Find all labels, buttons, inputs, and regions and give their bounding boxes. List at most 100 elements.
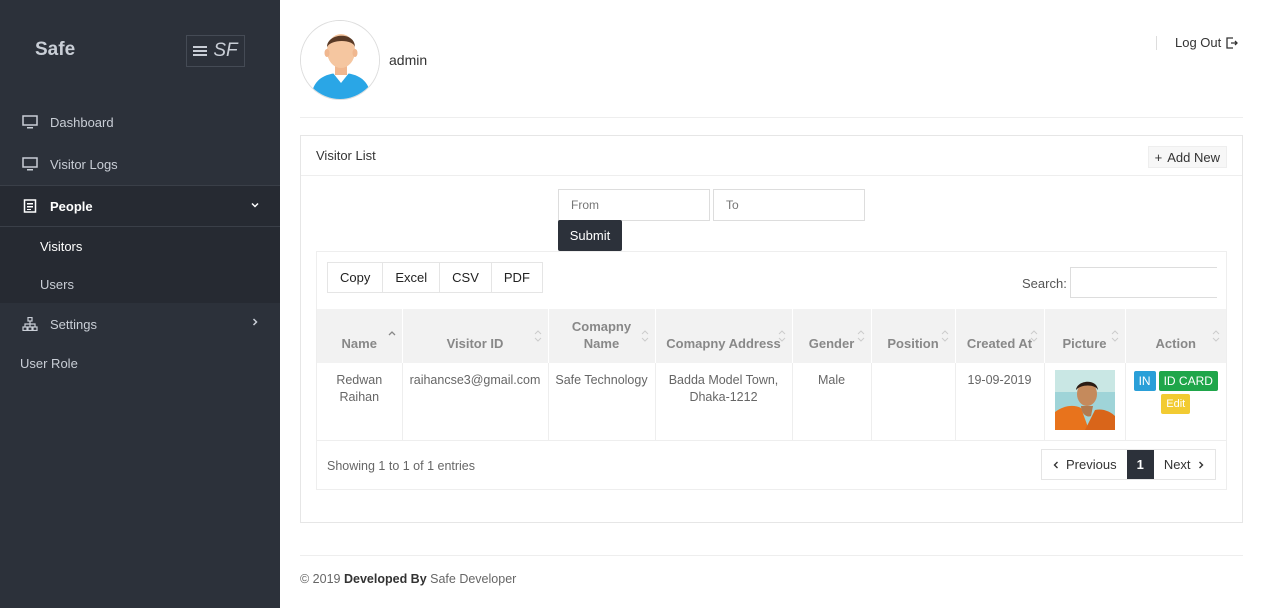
user-avatar-icon	[301, 21, 379, 99]
cell-name: Redwan Raihan	[317, 363, 403, 441]
monitor-icon	[22, 157, 38, 171]
hamburger-icon	[193, 44, 208, 58]
in-button[interactable]: IN	[1133, 371, 1156, 391]
column-header-position[interactable]: Position	[871, 309, 956, 363]
footer-developed-by: Developed By	[343, 572, 427, 586]
sort-icon	[941, 330, 948, 342]
chevron-right-icon	[1198, 461, 1204, 468]
sort-icon	[641, 330, 648, 342]
sidebar-toggle-button[interactable]: SF	[186, 35, 245, 67]
to-date-input[interactable]	[713, 189, 865, 221]
cell-created-at: 19-09-2019	[955, 363, 1045, 441]
logout-icon	[1226, 37, 1239, 49]
cell-visitor-id: raihancse3@gmail.com	[402, 363, 549, 441]
pagination: Previous 1 Next	[1041, 449, 1216, 480]
header-label: Visitor ID	[446, 336, 504, 351]
sidebar-item-settings[interactable]: Settings	[0, 303, 280, 345]
cell-gender: Male	[792, 363, 872, 441]
sort-icon	[857, 330, 864, 342]
header-label: Name	[341, 336, 377, 351]
header-divider	[300, 117, 1243, 118]
people-submenu: Visitors Users	[0, 227, 280, 303]
header-label: Created At	[966, 336, 1033, 351]
sort-icon	[778, 330, 785, 342]
column-header-gender[interactable]: Gender	[792, 309, 872, 363]
cell-company-address: Badda Model Town, Dhaka-1212	[655, 363, 793, 441]
sidebar-item-people[interactable]: People	[0, 185, 280, 227]
visitor-photo-image	[1054, 370, 1115, 430]
from-date-input[interactable]	[558, 189, 710, 221]
logout-button[interactable]: Log Out	[1156, 35, 1239, 50]
visitor-table: Name Visitor ID Comapny Name Comapny Add…	[317, 309, 1226, 441]
column-header-company-name[interactable]: Comapny Name	[548, 309, 656, 363]
avatar	[300, 20, 380, 100]
sidebar-item-label: People	[50, 198, 93, 214]
sitemap-icon	[22, 317, 38, 331]
sort-icon	[534, 330, 541, 342]
page-1-button[interactable]: 1	[1126, 450, 1154, 479]
column-header-visitor-id[interactable]: Visitor ID	[402, 309, 549, 363]
sidebar-item-label: Visitor Logs	[50, 156, 118, 172]
cell-company-name: Safe Technology	[548, 363, 656, 441]
search-input[interactable]	[1070, 267, 1217, 298]
excel-button[interactable]: Excel	[383, 263, 441, 292]
visitor-list-card: Visitor List + Add New Submit Copy Excel…	[300, 135, 1243, 523]
sort-icon	[1111, 330, 1118, 342]
add-new-label: Add New	[1167, 149, 1220, 165]
previous-button[interactable]: Previous	[1042, 450, 1127, 479]
add-new-button[interactable]: + Add New	[1147, 146, 1227, 168]
next-label: Next	[1163, 457, 1191, 472]
card-header: Visitor List + Add New	[301, 136, 1242, 176]
document-icon	[22, 199, 38, 213]
previous-label: Previous	[1066, 457, 1117, 472]
plus-icon: +	[1154, 149, 1163, 165]
column-header-action[interactable]: Action	[1125, 309, 1226, 363]
sidebar-subitem-visitors[interactable]: Visitors	[40, 239, 82, 254]
next-button[interactable]: Next	[1154, 450, 1215, 479]
header-label: Comapny Name	[571, 319, 632, 351]
footer-copyright: © 2019	[300, 572, 341, 586]
copy-button[interactable]: Copy	[328, 263, 384, 292]
footer: © 2019 Developed By Safe Developer	[300, 572, 516, 586]
id-card-button[interactable]: ID CARD	[1158, 371, 1218, 391]
column-header-created-at[interactable]: Created At	[955, 309, 1045, 363]
export-button-group: Copy Excel CSV PDF	[327, 262, 543, 293]
monitor-icon	[22, 115, 38, 129]
sidebar-item-dashboard[interactable]: Dashboard	[0, 101, 280, 143]
sidebar-item-label: Settings	[50, 316, 97, 332]
header-label: Picture	[1062, 336, 1107, 351]
edit-button[interactable]: Edit	[1161, 394, 1191, 414]
card-title: Visitor List	[316, 148, 376, 163]
chevron-left-icon	[1053, 461, 1058, 468]
footer-developer[interactable]: Safe Developer	[430, 572, 516, 586]
pdf-button[interactable]: PDF	[491, 263, 542, 292]
toggle-text: SF	[213, 40, 238, 61]
sidebar-item-user-role[interactable]: User Role	[20, 356, 78, 371]
submit-button[interactable]: Submit	[558, 220, 622, 251]
cell-position	[871, 363, 956, 441]
sort-asc-icon	[388, 331, 395, 336]
sidebar-subitem-users[interactable]: Users	[40, 277, 74, 292]
table-wrapper: Copy Excel CSV PDF Search: Name Visitor …	[316, 251, 1227, 490]
sort-icon	[1030, 330, 1037, 342]
visitor-photo[interactable]	[1054, 370, 1115, 430]
column-header-company-address[interactable]: Comapny Address	[655, 309, 793, 363]
header-label: Position	[887, 336, 939, 351]
column-header-name[interactable]: Name	[317, 309, 403, 363]
brand-logo[interactable]: Safe	[35, 39, 75, 61]
header-label: Comapny Address	[666, 336, 781, 351]
pagination-info: Showing 1 to 1 of 1 entries	[327, 459, 476, 473]
logout-label: Log Out	[1175, 35, 1222, 50]
brand-row: Safe SF	[0, 35, 280, 67]
footer-divider	[300, 555, 1243, 556]
chevron-right-icon	[252, 318, 258, 326]
csv-button[interactable]: CSV	[440, 263, 492, 292]
chevron-down-icon	[251, 202, 259, 208]
action-group: IN ID CARD Edit	[1130, 371, 1223, 414]
sidebar: Safe SF Dashboard Visitor Logs People Vi…	[0, 0, 280, 608]
sidebar-item-visitor-logs[interactable]: Visitor Logs	[0, 143, 280, 185]
column-header-picture[interactable]: Picture	[1044, 309, 1126, 363]
username: admin	[389, 52, 428, 68]
table-row: Redwan Raihan raihancse3@gmail.com Safe …	[317, 363, 1226, 441]
header-label: Action	[1155, 336, 1196, 351]
